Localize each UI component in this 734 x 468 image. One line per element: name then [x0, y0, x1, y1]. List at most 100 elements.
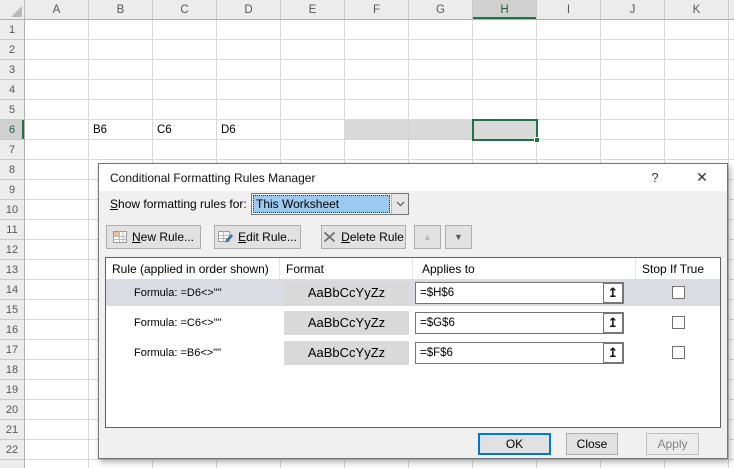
row-header-4[interactable]: 4 — [0, 80, 25, 100]
cell-A20[interactable] — [25, 400, 89, 420]
edit-rule-button[interactable]: Edit Rule... — [214, 225, 301, 249]
cell-K[interactable] — [665, 460, 729, 468]
cell-D1[interactable] — [217, 20, 281, 40]
cell-B[interactable] — [89, 460, 153, 468]
applies-to-input[interactable]: =$G$6 ↥ — [415, 311, 624, 334]
applies-to-input[interactable]: =$F$6 ↥ — [415, 341, 624, 364]
cell-B5[interactable] — [89, 100, 153, 120]
cell-D3[interactable] — [217, 60, 281, 80]
cell-F1[interactable] — [345, 20, 409, 40]
cell-A8[interactable] — [25, 160, 89, 180]
cell-K7[interactable] — [665, 140, 729, 160]
cell-I4[interactable] — [537, 80, 601, 100]
range-selector-button[interactable]: ↥ — [603, 312, 623, 333]
cell-C[interactable] — [153, 460, 217, 468]
cell-F3[interactable] — [345, 60, 409, 80]
cell-I2[interactable] — [537, 40, 601, 60]
cell-I1[interactable] — [537, 20, 601, 40]
cell-B3[interactable] — [89, 60, 153, 80]
row-header-1[interactable]: 1 — [0, 20, 25, 40]
cell-E4[interactable] — [281, 80, 345, 100]
cell-K4[interactable] — [665, 80, 729, 100]
row-header-17[interactable]: 17 — [0, 340, 25, 360]
cell-A22[interactable] — [25, 440, 89, 460]
cell-K1[interactable] — [665, 20, 729, 40]
stop-if-true-checkbox[interactable] — [671, 316, 685, 329]
cell-D2[interactable] — [217, 40, 281, 60]
cell-I6[interactable] — [537, 120, 601, 140]
row-header-2[interactable]: 2 — [0, 40, 25, 60]
cell-E5[interactable] — [281, 100, 345, 120]
move-up-button[interactable]: ▲ — [414, 225, 441, 249]
column-header-K[interactable]: K — [665, 0, 729, 20]
cell-I[interactable] — [537, 460, 601, 468]
cell-A16[interactable] — [25, 320, 89, 340]
cell-H7[interactable] — [473, 140, 537, 160]
combobox-dropdown-button[interactable] — [391, 194, 408, 214]
cell-G6[interactable] — [409, 120, 473, 140]
cell-C5[interactable] — [153, 100, 217, 120]
cell-F6[interactable] — [345, 120, 409, 140]
ok-button[interactable]: OK — [478, 433, 551, 455]
cell-C4[interactable] — [153, 80, 217, 100]
cell-G1[interactable] — [409, 20, 473, 40]
close-dialog-button[interactable]: Close — [566, 433, 618, 455]
column-header-H[interactable]: H — [473, 0, 537, 20]
stop-if-true-checkbox[interactable] — [671, 346, 685, 359]
cell-F2[interactable] — [345, 40, 409, 60]
cell-J5[interactable] — [601, 100, 665, 120]
cell-C3[interactable] — [153, 60, 217, 80]
cell-K6[interactable] — [665, 120, 729, 140]
cell-H[interactable] — [473, 460, 537, 468]
help-button[interactable]: ? — [642, 167, 668, 188]
cell-F5[interactable] — [345, 100, 409, 120]
cell-H6[interactable] — [473, 120, 537, 140]
cell-D5[interactable] — [217, 100, 281, 120]
cell-A10[interactable] — [25, 200, 89, 220]
row-header-19[interactable]: 19 — [0, 380, 25, 400]
cell-E1[interactable] — [281, 20, 345, 40]
column-header-E[interactable]: E — [281, 0, 345, 20]
cell-D6[interactable]: D6 — [217, 120, 281, 140]
cell-J3[interactable] — [601, 60, 665, 80]
row-header-3[interactable]: 3 — [0, 60, 25, 80]
column-header-I[interactable]: I — [537, 0, 601, 20]
cell-B1[interactable] — [89, 20, 153, 40]
row-header-22[interactable]: 22 — [0, 440, 25, 460]
cell-H1[interactable] — [473, 20, 537, 40]
move-down-button[interactable]: ▼ — [445, 225, 472, 249]
cell-A9[interactable] — [25, 180, 89, 200]
delete-rule-button[interactable]: Delete Rule — [321, 225, 406, 249]
cell-E3[interactable] — [281, 60, 345, 80]
cell-J[interactable] — [601, 460, 665, 468]
cell-G4[interactable] — [409, 80, 473, 100]
cell-I7[interactable] — [537, 140, 601, 160]
cell-J7[interactable] — [601, 140, 665, 160]
row-header-20[interactable]: 20 — [0, 400, 25, 420]
cell-A3[interactable] — [25, 60, 89, 80]
cell-B4[interactable] — [89, 80, 153, 100]
cell-A[interactable] — [25, 460, 89, 468]
cell-G5[interactable] — [409, 100, 473, 120]
row-header-18[interactable]: 18 — [0, 360, 25, 380]
column-header-C[interactable]: C — [153, 0, 217, 20]
cell-H5[interactable] — [473, 100, 537, 120]
row-header-13[interactable]: 13 — [0, 260, 25, 280]
cell-C1[interactable] — [153, 20, 217, 40]
cell-A15[interactable] — [25, 300, 89, 320]
cell-B7[interactable] — [89, 140, 153, 160]
stop-if-true-checkbox[interactable] — [671, 286, 685, 299]
rule-row-3[interactable]: Formula: =B6<>"" AaBbCcYyZz =$F$6 ↥ — [106, 339, 720, 369]
row-header-16[interactable]: 16 — [0, 320, 25, 340]
cell-A19[interactable] — [25, 380, 89, 400]
cell-C7[interactable] — [153, 140, 217, 160]
column-header-B[interactable]: B — [89, 0, 153, 20]
cell-A5[interactable] — [25, 100, 89, 120]
column-header-F[interactable]: F — [345, 0, 409, 20]
rule-row-2[interactable]: Formula: =C6<>"" AaBbCcYyZz =$G$6 ↥ — [106, 309, 720, 339]
rule-row-1[interactable]: Formula: =D6<>"" AaBbCcYyZz =$H$6 ↥ — [106, 279, 720, 309]
cell-I5[interactable] — [537, 100, 601, 120]
cell-A1[interactable] — [25, 20, 89, 40]
row-header-5[interactable]: 5 — [0, 100, 25, 120]
row-header-partial[interactable] — [0, 460, 25, 468]
